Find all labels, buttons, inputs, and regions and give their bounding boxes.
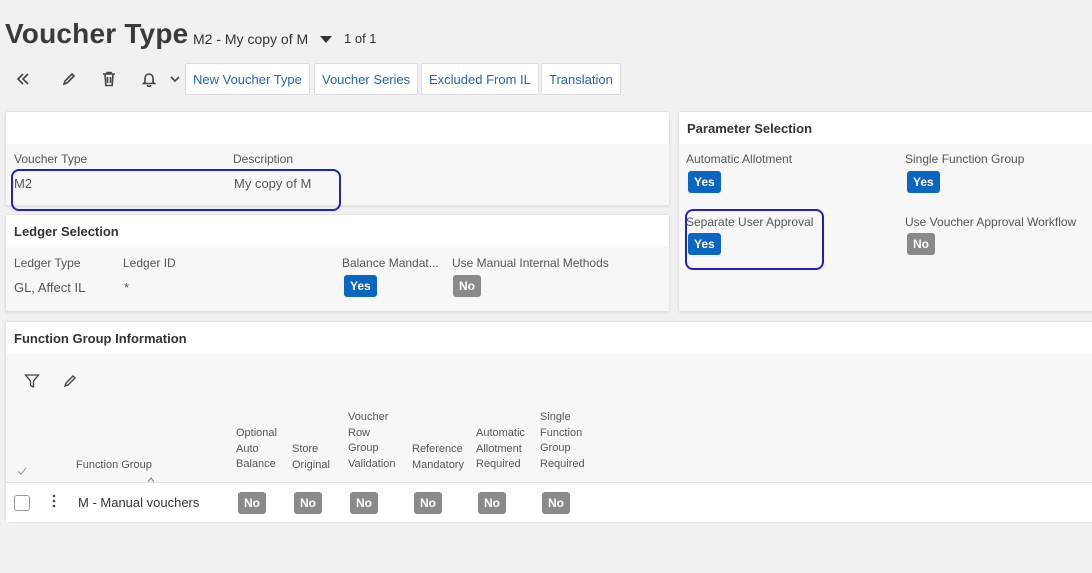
chevron-down-icon[interactable] (164, 68, 186, 90)
use-manual-internal-methods-label: Use Manual Internal Methods (452, 256, 609, 270)
use-manual-internal-methods-toggle[interactable]: No (453, 275, 481, 297)
column-header-reference-mandatory[interactable]: Reference Mandatory (412, 442, 464, 473)
store-original-toggle[interactable]: No (294, 492, 322, 514)
row-checkbox[interactable] (14, 495, 30, 511)
select-all-check-icon[interactable] (17, 462, 27, 480)
parameter-selection-title: Parameter Selection (679, 112, 1092, 144)
column-header-store-original[interactable]: Store Original (292, 442, 330, 473)
automatic-allotment-required-toggle[interactable]: No (478, 492, 506, 514)
separate-user-approval-toggle[interactable]: Yes (688, 233, 721, 255)
single-function-group-required-toggle[interactable]: No (542, 492, 570, 514)
voucher-type-label: Voucher Type (14, 152, 88, 166)
ledger-selection-title: Ledger Selection (6, 215, 669, 247)
function-group-title: Function Group Information (6, 322, 1092, 354)
ledger-type-value[interactable]: GL, Affect IL (14, 280, 85, 295)
column-header-automatic-allotment-required[interactable]: Automatic Allotment Required (476, 426, 525, 473)
row-menu-icon[interactable] (52, 494, 56, 513)
column-header-optional-auto-balance[interactable]: Optional Auto Balance (236, 426, 277, 473)
ledger-type-label: Ledger Type (14, 256, 81, 270)
description-value[interactable]: My copy of M (234, 176, 311, 191)
separate-user-approval-label: Separate User Approval (686, 215, 814, 229)
use-voucher-approval-workflow-toggle[interactable]: No (907, 233, 935, 255)
single-function-group-label: Single Function Group (905, 152, 1025, 166)
function-group-cell[interactable]: M - Manual vouchers (78, 495, 199, 510)
use-voucher-approval-workflow-label: Use Voucher Approval Workflow (905, 215, 1077, 229)
pencil-icon[interactable] (58, 68, 80, 90)
record-selector-label: M2 - My copy of M (193, 31, 309, 47)
voucher-type-card: Voucher Type M2 Description My copy of M (5, 111, 670, 206)
record-selector[interactable]: M2 - My copy of M (193, 31, 333, 47)
column-header-voucher-row-group-validation[interactable]: Voucher Row Group Validation (348, 410, 396, 472)
automatic-allotment-toggle[interactable]: Yes (688, 171, 721, 193)
filter-icon[interactable] (24, 373, 40, 394)
double-chevron-left-icon[interactable] (12, 68, 34, 90)
description-label: Description (233, 152, 294, 166)
pencil-icon[interactable] (63, 374, 77, 393)
page-title: Voucher Type (5, 18, 189, 49)
single-function-group-toggle[interactable]: Yes (907, 171, 940, 193)
voucher-type-value[interactable]: M2 (14, 176, 32, 191)
caret-down-icon[interactable] (320, 35, 333, 43)
record-paging: 1 of 1 (344, 31, 377, 46)
balance-mandatory-label: Balance Mandat... (342, 256, 439, 270)
ledger-id-label: Ledger ID (123, 256, 176, 270)
voucher-series-button[interactable]: Voucher Series (314, 63, 419, 95)
column-header-function-group[interactable]: Function Group (76, 458, 152, 474)
function-group-card: Function Group Information Function Grou… (5, 321, 1092, 522)
column-header-single-function-group-required[interactable]: Single Function Group Required (540, 410, 585, 472)
voucher-type-card-body: Voucher Type M2 Description My copy of M (6, 144, 669, 205)
bell-icon[interactable] (138, 68, 160, 90)
parameter-selection-card: Parameter Selection Automatic Allotment … (678, 111, 1092, 312)
new-voucher-type-button[interactable]: New Voucher Type (185, 63, 310, 95)
voucher-row-group-validation-toggle[interactable]: No (350, 492, 378, 514)
parameter-selection-body: Automatic Allotment Yes Single Function … (679, 144, 1092, 311)
toolbar (12, 63, 202, 95)
reference-mandatory-toggle[interactable]: No (414, 492, 442, 514)
function-group-body: Function Group Optional Auto Balance Sto… (6, 354, 1092, 522)
balance-mandatory-toggle[interactable]: Yes (344, 275, 377, 297)
ledger-selection-body: Ledger Type GL, Affect IL Ledger ID * Ba… (6, 247, 669, 311)
ledger-id-value[interactable]: * (124, 280, 129, 295)
trash-icon[interactable] (98, 68, 120, 90)
optional-auto-balance-toggle[interactable]: No (238, 492, 266, 514)
table-row[interactable]: M - Manual vouchers No No No No No No (6, 482, 1092, 522)
excluded-from-il-button[interactable]: Excluded From IL (421, 63, 539, 95)
automatic-allotment-label: Automatic Allotment (686, 152, 793, 166)
ledger-selection-card: Ledger Selection Ledger Type GL, Affect … (5, 214, 670, 312)
translation-button[interactable]: Translation (541, 63, 621, 95)
